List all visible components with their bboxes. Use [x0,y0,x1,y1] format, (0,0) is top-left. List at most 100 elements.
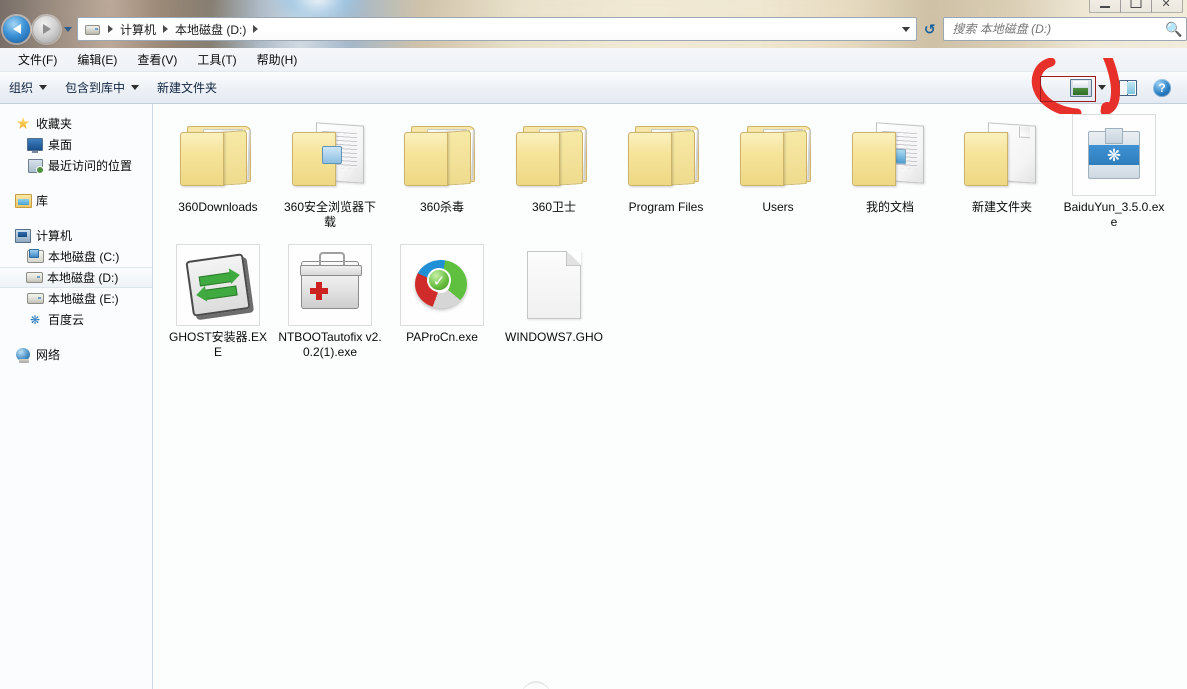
sidebar-label: 本地磁盘 (D:) [47,271,119,285]
file-label: 360Downloads [178,200,258,214]
file-label: 360安全浏览器下载 [283,200,377,229]
navigation-pane: 收藏夹 桌面 最近访问的位置 库 计算机 本地磁盘 (C:) 本地磁盘 (D:)… [0,104,153,689]
new-folder-label: 新建文件夹 [157,81,218,95]
sidebar-group-computer[interactable]: 计算机 [0,225,152,246]
file-item[interactable]: Program Files [610,110,722,236]
file-item[interactable]: NTBOOTautofix v2.0.2(1).exe [274,240,386,366]
sidebar-item-drive-e[interactable]: 本地磁盘 (E:) [0,288,152,309]
sidebar-label: 网络 [36,348,61,362]
file-item[interactable]: ❋ BaiduYun_3.5.0.exe [1058,110,1170,236]
help-button[interactable]: ? [1145,76,1179,100]
file-label: 我的文档 [865,200,914,214]
ghost-installer-icon [185,253,251,317]
sidebar-item-drive-c[interactable]: 本地磁盘 (C:) [0,246,152,267]
sidebar-label: 库 [36,194,49,208]
address-dropdown-icon[interactable] [902,26,910,32]
file-item[interactable]: 360安全浏览器下载 [274,110,386,236]
menu-help[interactable]: 帮助(H) [247,49,308,70]
sidebar-item-baidu-cloud[interactable]: ❋ 百度云 [0,309,152,330]
help-icon: ? [1153,78,1171,97]
recent-places-icon [26,158,44,174]
file-item[interactable]: WINDOWS7.GHO [498,240,610,366]
thumbnail: ❋ [1072,114,1156,196]
close-button[interactable]: ✕ [1151,0,1183,13]
menu-edit[interactable]: 编辑(E) [67,49,127,70]
sidebar-label: 桌面 [48,138,73,152]
menu-file[interactable]: 文件(F) [8,49,67,70]
file-item[interactable]: Users [722,110,834,236]
icon-grid: 360Downloads 360安全浏览器下载 360杀毒 360卫士 Prog… [154,104,1187,370]
recent-locations-button[interactable] [61,18,75,40]
breadcrumb-drive-d[interactable]: 本地磁盘 (D:) [173,21,248,38]
file-label: BaiduYun_3.5.0.exe [1063,200,1165,229]
breadcrumb-separator-icon[interactable] [108,25,113,33]
file-label: WINDOWS7.GHO [505,330,603,344]
sidebar-label: 最近访问的位置 [48,159,133,173]
file-item[interactable]: 360Downloads [162,110,274,236]
system-drive-icon [26,249,44,263]
breadcrumb-separator-icon[interactable] [163,25,169,33]
sidebar-group-libraries[interactable]: 库 [0,190,152,211]
sidebar-group-favorites[interactable]: 收藏夹 [0,113,152,134]
file-item[interactable]: 新建文件夹 [946,110,1058,236]
sidebar-item-recent-places[interactable]: 最近访问的位置 [0,155,152,176]
breadcrumb-computer[interactable]: 计算机 [118,21,158,38]
sidebar-item-desktop[interactable]: 桌面 [0,134,152,155]
refresh-button[interactable]: ↺ [919,18,940,40]
baidu-cloud-icon: ❋ [29,312,41,327]
preview-pane-icon [1119,79,1137,96]
search-box[interactable]: 🔍 [943,17,1187,41]
organize-button[interactable]: 组织 [0,76,56,100]
folder-icon [628,124,704,186]
file-item[interactable]: 360卫士 [498,110,610,236]
file-label: PAProCn.exe [406,330,478,344]
file-item[interactable]: GHOST安装器.EXE [162,240,274,366]
blank-document-icon [527,251,581,319]
folder-empty-icon [964,122,1040,186]
forward-button[interactable] [33,15,60,43]
file-label: 360杀毒 [419,200,465,214]
sidebar-label: 收藏夹 [36,117,73,131]
chevron-down-icon[interactable] [1098,85,1106,90]
drive-icon [83,22,101,36]
file-label: GHOST安装器.EXE [168,330,267,359]
thumbnail [512,244,596,326]
address-bar[interactable]: 计算机 本地磁盘 (D:) [77,17,917,41]
search-input[interactable] [944,21,1162,37]
file-list-pane[interactable]: 360Downloads 360安全浏览器下载 360杀毒 360卫士 Prog… [154,104,1187,689]
sidebar-item-drive-d[interactable]: 本地磁盘 (D:) [0,267,152,288]
back-button[interactable] [3,15,30,43]
minimize-button[interactable] [1089,0,1121,13]
thumbnail [960,114,1044,196]
file-item[interactable]: 我的文档 [834,110,946,236]
baiduyun-setup-icon: ❋ [1088,128,1140,179]
preview-pane-button[interactable] [1111,76,1145,100]
breadcrumb-separator-icon[interactable] [253,25,259,33]
minimize-icon [1100,6,1110,8]
star-icon [14,117,32,130]
organize-label: 组织 [9,81,34,95]
maximize-icon [1130,0,1142,8]
file-label: NTBOOTautofix v2.0.2(1).exe [278,330,382,359]
chevron-down-icon [64,26,72,32]
thumbnail [400,114,484,196]
menu-tools[interactable]: 工具(T) [187,49,246,70]
maximize-button[interactable] [1120,0,1152,13]
folder-icon [404,124,480,186]
thumbnail [512,114,596,196]
file-item[interactable]: 360杀毒 [386,110,498,236]
menu-view[interactable]: 查看(V) [127,49,187,70]
partition-assistant-icon: ✓ [415,260,469,310]
sidebar-group-network[interactable]: 网络 [0,344,152,365]
thumbnail [176,244,260,326]
folder-documents-icon [852,122,928,186]
drive-icon [25,272,43,283]
include-in-library-label: 包含到库中 [65,81,126,95]
search-icon[interactable]: 🔍 [1162,21,1186,38]
new-folder-button[interactable]: 新建文件夹 [148,76,226,100]
file-item[interactable]: ✓ PAProCn.exe [386,240,498,366]
change-view-button[interactable] [1062,76,1111,100]
include-in-library-button[interactable]: 包含到库中 [56,76,148,100]
close-icon: ✕ [1161,0,1171,10]
network-icon [14,348,32,363]
